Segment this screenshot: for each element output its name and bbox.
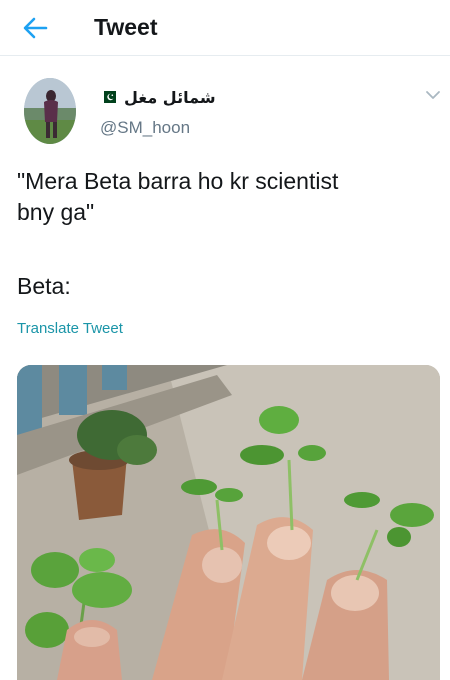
- author-display-name[interactable]: شمائل مغل: [100, 85, 216, 109]
- display-name-text: شمائل مغل: [124, 87, 216, 107]
- translate-tweet-link[interactable]: Translate Tweet: [17, 320, 123, 337]
- author-handle[interactable]: @SM_hoon: [100, 118, 190, 138]
- page-title: Tweet: [94, 14, 158, 40]
- top-bar: Tweet: [0, 0, 450, 56]
- pakistan-flag-icon: [100, 91, 116, 103]
- tweet-photo[interactable]: [17, 365, 440, 680]
- chevron-down-icon[interactable]: [424, 88, 442, 102]
- avatar[interactable]: [24, 78, 76, 144]
- arrow-left-icon[interactable]: [20, 14, 50, 42]
- tweet-text-line: Beta:: [17, 273, 71, 299]
- tweet-text: "Mera Beta barra ho kr scientist bny ga": [17, 168, 339, 225]
